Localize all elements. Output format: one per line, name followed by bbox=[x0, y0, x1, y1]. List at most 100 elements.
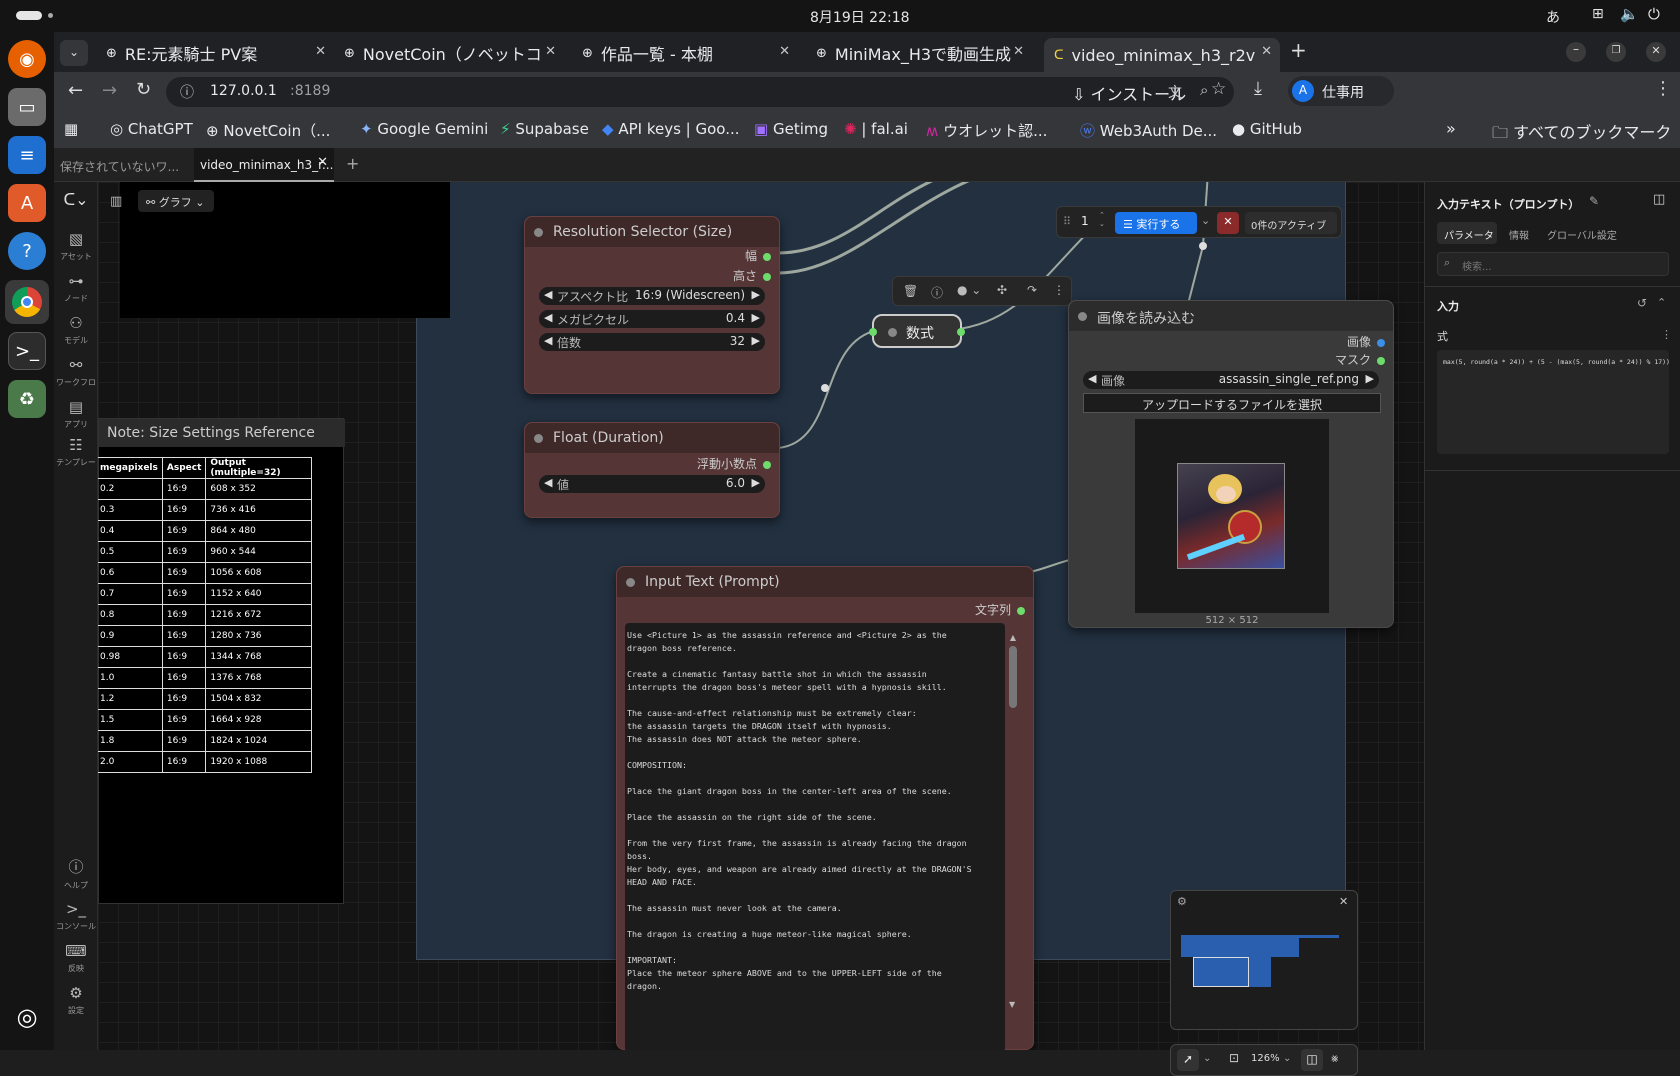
output-slot-icon[interactable] bbox=[957, 328, 965, 336]
reset-icon[interactable]: ↺ bbox=[1637, 296, 1647, 310]
tab-item[interactable]: ⊕ RE:元素騎士 PV案 ✕ bbox=[94, 38, 334, 68]
bookmark-item[interactable]: ● GitHub bbox=[1232, 120, 1302, 138]
downloads-icon[interactable]: ⤓ bbox=[1254, 78, 1262, 99]
comfy-logo-icon[interactable]: ᑕ⌄ bbox=[54, 190, 98, 209]
sidebar-item-settings[interactable]: ⚙ 設定 bbox=[54, 984, 98, 1016]
output-slot-icon[interactable] bbox=[1377, 356, 1385, 365]
bookmark-item[interactable]: ⚡ Supabase bbox=[500, 120, 589, 138]
output-string[interactable]: 文字列 bbox=[975, 601, 1025, 618]
close-minimap-icon[interactable]: ✕ bbox=[1339, 895, 1348, 908]
scroll-down-icon[interactable]: ▼ bbox=[1009, 1000, 1015, 1009]
input-text-prompt-node[interactable]: Input Text (Prompt) 文字列 Use <Picture 1> … bbox=[616, 566, 1034, 1050]
batch-count[interactable]: 1 bbox=[1081, 214, 1089, 228]
all-bookmarks-button[interactable]: 🗀 すべてのブックマーク bbox=[1492, 119, 1671, 149]
close-tab-icon[interactable]: ✕ bbox=[315, 44, 326, 59]
run-button[interactable]: ☰ 実行する bbox=[1115, 212, 1197, 234]
forward-icon[interactable]: → bbox=[102, 80, 117, 101]
apps-grid-icon[interactable]: ▦ bbox=[64, 120, 78, 138]
fit-view-icon[interactable]: ⊡ bbox=[1229, 1051, 1239, 1065]
output-slot-icon[interactable] bbox=[1377, 338, 1385, 347]
close-window-icon[interactable]: ✕ bbox=[1646, 42, 1666, 62]
activities-indicator[interactable] bbox=[16, 11, 42, 20]
files-icon[interactable]: ▭ bbox=[8, 88, 46, 126]
output-height[interactable]: 高さ bbox=[733, 267, 771, 284]
app-center-icon[interactable]: A bbox=[8, 184, 46, 222]
writer-icon[interactable]: ≡ bbox=[8, 136, 46, 174]
cancel-run-icon[interactable]: ✕ bbox=[1217, 212, 1239, 234]
zoom-level[interactable]: 126% bbox=[1251, 1053, 1280, 1064]
network-icon[interactable]: ⊞ bbox=[1592, 6, 1604, 22]
input-slot-icon[interactable] bbox=[869, 328, 877, 336]
sidebar-item-workflows[interactable]: ⚯ ワークフロ bbox=[54, 356, 98, 388]
field-menu-icon[interactable]: ⋮ bbox=[1661, 328, 1672, 341]
bypass-icon[interactable]: ✣ bbox=[997, 283, 1007, 297]
minimap-viewport[interactable] bbox=[1193, 957, 1249, 987]
link-visibility-icon[interactable]: ⨳ bbox=[1331, 1051, 1338, 1066]
close-workflow-icon[interactable]: ✕ bbox=[317, 155, 328, 170]
menu-kebab-icon[interactable]: ⋮ bbox=[1654, 78, 1672, 99]
help-icon[interactable]: ? bbox=[8, 232, 46, 270]
tab-global-settings[interactable]: グローバル設定 bbox=[1547, 227, 1617, 242]
sidebar-item-models[interactable]: ⚇ モデル bbox=[54, 314, 98, 346]
sidebar-item-assets[interactable]: ▧ アセット bbox=[54, 230, 98, 262]
formula-node[interactable]: 数式 bbox=[869, 314, 965, 348]
ime-indicator[interactable]: あ bbox=[1546, 7, 1560, 27]
node-title[interactable]: Float (Duration) bbox=[525, 423, 779, 453]
multiple-widget[interactable]: 倍数 32 bbox=[539, 333, 765, 351]
resolution-selector-node[interactable]: Resolution Selector (Size) 幅 高さ アスペクト比 16… bbox=[524, 216, 780, 394]
more-options-icon[interactable]: ⋮ bbox=[1053, 283, 1065, 297]
active-jobs-button[interactable]: 0件のアクティブ bbox=[1245, 212, 1337, 234]
new-tab-icon[interactable]: + bbox=[1290, 38, 1307, 62]
sidebar-item-apps[interactable]: ▤ アプリ bbox=[54, 398, 98, 430]
load-image-node[interactable]: 画像を読み込む 画像 マスク 画像 assassin_single_ref.png… bbox=[1068, 300, 1394, 628]
node-title[interactable]: Resolution Selector (Size) bbox=[525, 217, 779, 247]
note-size-reference-node[interactable]: Note: Size Settings Reference megapixels… bbox=[98, 418, 345, 904]
tab-item-active[interactable]: ᑕ video_minimax_h3_r2v ✕ bbox=[1044, 38, 1280, 72]
tab-item[interactable]: ⊕ MiniMax_H3で動画生成 ✕ bbox=[806, 38, 1032, 68]
sidebar-item-feedback[interactable]: ⌨ 反映 bbox=[54, 942, 98, 974]
sidebar-item-nodes[interactable]: ⊶ ノード bbox=[54, 272, 98, 304]
site-info-icon[interactable]: ⓘ bbox=[180, 82, 194, 102]
bookmark-item[interactable]: ◎ ChatGPT bbox=[110, 120, 193, 138]
minimap-toggle-icon[interactable]: ◫ bbox=[1301, 1049, 1323, 1071]
close-tab-icon[interactable]: ✕ bbox=[1013, 44, 1024, 59]
bookmark-star-icon[interactable]: ☆ bbox=[1211, 79, 1226, 99]
chrome-icon[interactable] bbox=[5, 280, 49, 324]
power-icon[interactable]: ⏻ bbox=[1648, 5, 1660, 23]
run-options-icon[interactable]: ⌄ bbox=[1201, 214, 1210, 227]
formula-textarea[interactable]: max(5, round(a * 24)) + (5 - (max(5, rou… bbox=[1437, 350, 1669, 454]
maximize-icon[interactable]: ❐ bbox=[1606, 42, 1626, 62]
toggle-panel-icon[interactable]: ◫ bbox=[1653, 192, 1665, 207]
tab-item[interactable]: ⊕ 作品一覧 - 本棚 ✕ bbox=[572, 38, 798, 68]
omnibox[interactable]: ⓘ 127.0.0.1 :8189 ⇩ インストール 文 ⌕ bbox=[166, 77, 1234, 107]
output-float[interactable]: 浮動小数点 bbox=[697, 455, 771, 472]
color-picker-icon[interactable]: ● ⌄ bbox=[957, 283, 981, 297]
bookmark-item[interactable]: ʍ ウオレット認... bbox=[926, 120, 1047, 141]
output-mask[interactable]: マスク bbox=[1335, 351, 1385, 368]
output-width[interactable]: 幅 bbox=[745, 247, 771, 264]
output-slot-icon[interactable] bbox=[763, 460, 771, 469]
close-tab-icon[interactable]: ✕ bbox=[1261, 44, 1272, 59]
select-tool-icon[interactable]: ➚ bbox=[1177, 1049, 1199, 1071]
profile-button[interactable]: A 仕事用 bbox=[1288, 76, 1394, 106]
node-title[interactable]: Input Text (Prompt) bbox=[617, 567, 1033, 597]
show-apps-icon[interactable]: ◎ bbox=[8, 998, 46, 1036]
bookmark-item[interactable]: ⓦ Web3Auth De... bbox=[1080, 120, 1217, 141]
bookmark-item[interactable]: ✦ Google Gemini bbox=[360, 120, 488, 138]
sidebar-item-console[interactable]: >_ コンソール bbox=[54, 900, 98, 932]
tab-parameters[interactable]: パラメータ bbox=[1437, 222, 1497, 244]
bookmark-item[interactable]: ◆ API keys | Goo... bbox=[602, 120, 740, 138]
new-workflow-icon[interactable]: + bbox=[346, 154, 359, 173]
sidebar-item-templates[interactable]: ☷ テンプレー bbox=[54, 436, 98, 468]
output-slot-icon[interactable] bbox=[1017, 606, 1025, 615]
sidebar-item-help[interactable]: ⓘ ヘルプ bbox=[54, 856, 98, 891]
terminal-icon[interactable]: >_ bbox=[8, 332, 46, 370]
system-clock[interactable]: 8月19日 22:18 bbox=[810, 7, 910, 27]
value-widget[interactable]: 値 6.0 bbox=[539, 475, 765, 493]
search-input[interactable]: ⌕ 検索... bbox=[1437, 252, 1669, 276]
info-icon[interactable]: ⓘ bbox=[931, 284, 943, 301]
tab-search-button[interactable]: ⌄ bbox=[60, 40, 88, 66]
output-slot-icon[interactable] bbox=[763, 252, 771, 261]
firefox-icon[interactable]: ◉ bbox=[8, 40, 46, 78]
link-reroute[interactable] bbox=[821, 384, 829, 392]
